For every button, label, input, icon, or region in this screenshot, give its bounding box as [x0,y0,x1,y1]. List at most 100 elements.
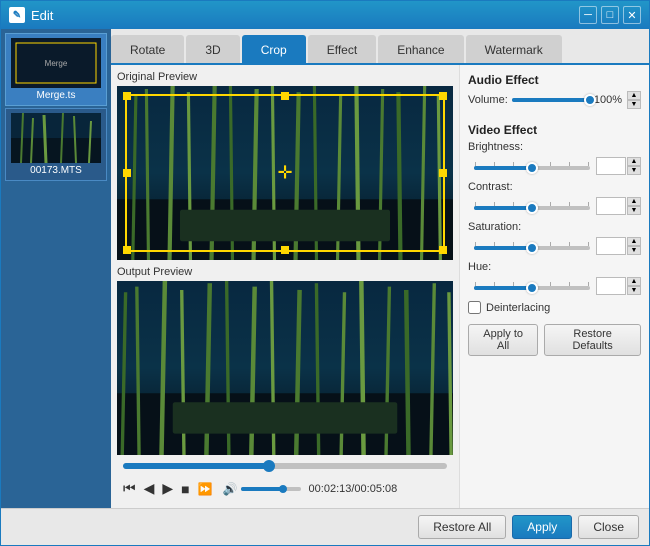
original-video-frame: ✛ [117,86,453,260]
audio-effect-title: Audio Effect [468,73,641,87]
crop-handle-mr[interactable] [439,169,447,177]
main-content: Rotate 3D Crop Effect Enhance Watermark … [111,29,649,508]
hue-down[interactable]: ▼ [627,286,641,295]
contrast-up[interactable]: ▲ [627,197,641,206]
restore-all-button[interactable]: Restore All [418,515,506,539]
file-name-merge: Merge.ts [37,90,76,101]
restore-defaults-button[interactable]: Restore Defaults [544,324,641,356]
file-item-merge[interactable]: Merge Merge.ts [5,33,107,106]
minimize-button[interactable]: ─ [579,6,597,24]
tabs-bar: Rotate 3D Crop Effect Enhance Watermark [111,29,649,65]
crop-handle-ml[interactable] [123,169,131,177]
file-item-mts[interactable]: 00173.MTS [5,108,107,181]
output-preview-video [117,281,453,455]
brightness-slider-container [474,159,590,173]
contrast-label: Contrast: [468,181,528,193]
seekbar-thumb[interactable] [263,460,275,472]
brightness-fill [474,166,532,170]
apply-all-row: Apply to All Restore Defaults [468,320,641,356]
tab-crop[interactable]: Crop [242,35,306,63]
tab-watermark[interactable]: Watermark [466,35,562,63]
hue-slider[interactable] [474,286,590,290]
tab-enhance[interactable]: Enhance [378,35,463,63]
tab-rotate[interactable]: Rotate [111,35,184,63]
brightness-input[interactable]: 0 [596,157,626,175]
volume-up[interactable]: ▲ [627,91,641,100]
tab-3d[interactable]: 3D [186,35,239,63]
volume-slider[interactable] [241,487,301,491]
volume-value: 100% [594,94,622,106]
deinterlacing-checkbox[interactable] [468,301,481,314]
stop-button[interactable]: ■ [179,479,191,499]
tab-effect[interactable]: Effect [308,35,376,63]
brightness-row: Brightness: [468,141,641,153]
hue-up[interactable]: ▲ [627,277,641,286]
skip-to-start-button[interactable]: ⏮ [121,478,138,499]
file-name-mts: 00173.MTS [30,165,82,176]
bottom-bar: Restore All Apply Close [1,508,649,545]
volume-fill [512,98,590,102]
output-preview-label: Output Preview [117,266,453,278]
volume-down[interactable]: ▼ [627,100,641,109]
contrast-input[interactable]: 0 [596,197,626,215]
contrast-thumb[interactable] [526,202,538,214]
saturation-up[interactable]: ▲ [627,237,641,246]
contrast-down[interactable]: ▼ [627,206,641,215]
volume-spin: ▲ ▼ [627,91,641,109]
step-back-button[interactable]: ◀ [142,478,157,499]
volume-icon: 🔊 [223,482,238,496]
volume-slider-container [512,93,590,107]
brightness-down[interactable]: ▼ [627,166,641,175]
saturation-row: Saturation: [468,221,641,233]
crop-overlay: ✛ [125,94,445,252]
volume-slider-thumb[interactable] [279,485,287,493]
saturation-slider-container [474,239,590,253]
video-effect-section: Video Effect Brightness: [468,123,641,314]
window-title: Edit [31,8,579,23]
brightness-control: 0 ▲ ▼ [468,157,641,175]
brightness-thumb[interactable] [526,162,538,174]
maximize-button[interactable]: □ [601,6,619,24]
brightness-up[interactable]: ▲ [627,157,641,166]
brightness-label: Brightness: [468,141,528,153]
hue-slider-container [474,279,590,293]
saturation-thumb[interactable] [526,242,538,254]
crop-handle-bc[interactable] [281,246,289,254]
apply-to-all-button[interactable]: Apply to All [468,324,538,356]
close-button[interactable]: ✕ [623,6,641,24]
hue-label: Hue: [468,261,528,273]
original-preview-video: ✛ [117,86,453,260]
crop-handle-br[interactable] [439,246,447,254]
crop-handle-bl[interactable] [123,246,131,254]
time-display: 00:02:13/00:05:08 [309,483,398,495]
play-button[interactable]: ▶ [160,478,175,499]
volume-right-thumb[interactable] [584,94,596,106]
brightness-slider[interactable] [474,166,590,170]
saturation-fill [474,246,532,250]
crop-handle-tc[interactable] [281,92,289,100]
crop-handle-tl[interactable] [123,92,131,100]
saturation-slider[interactable] [474,246,590,250]
contrast-control: 0 ▲ ▼ [468,197,641,215]
saturation-label: Saturation: [468,221,528,233]
crop-handle-tr[interactable] [439,92,447,100]
seekbar[interactable] [123,463,447,469]
preview-area: Original Preview [111,65,459,508]
panels-area: Original Preview [111,65,649,508]
hue-input[interactable]: 0 [596,277,626,295]
close-dialog-button[interactable]: Close [578,515,639,539]
contrast-slider[interactable] [474,206,590,210]
hue-thumb[interactable] [526,282,538,294]
saturation-input[interactable]: 0 [596,237,626,255]
volume-track[interactable] [512,98,590,102]
svg-text:Merge: Merge [45,59,68,68]
contrast-row: Contrast: [468,181,641,193]
contrast-slider-container [474,199,590,213]
step-forward-button[interactable]: ⏩ [196,480,215,498]
crop-crosshair: ✛ [277,163,292,184]
contrast-fill [474,206,532,210]
file-thumb-mts [11,113,101,163]
hue-row: Hue: [468,261,641,273]
apply-button[interactable]: Apply [512,515,572,539]
saturation-down[interactable]: ▼ [627,246,641,255]
